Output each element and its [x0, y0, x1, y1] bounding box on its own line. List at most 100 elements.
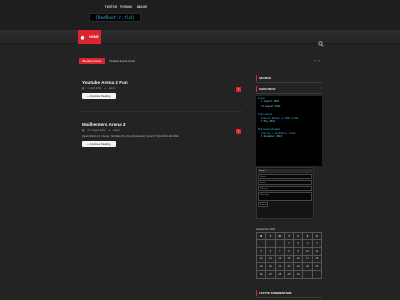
calendar-day[interactable]: 22 [283, 262, 295, 272]
continue-reading-button[interactable]: » Continue Reading [82, 141, 116, 147]
weekday-header: S [311, 232, 323, 240]
post-meta: ▦ 22. August 2022 ● admin [82, 129, 242, 132]
calendar-day[interactable]: 11 [311, 246, 323, 256]
post-card: Mailhenters Arena 3 ▦ 22. August 2022 ● … [82, 122, 242, 147]
calendar-day[interactable]: 25 [311, 262, 323, 272]
shout-form-header: Shout [258, 169, 314, 173]
calendar-day[interactable]: 10 [302, 246, 313, 256]
calendar-table: M T W T F S S 1 2 3 4 5 6 7 8 9 10 11 12 13 14 15 16 17 1… [255, 232, 323, 279]
weekday-header: T [283, 232, 295, 240]
calendar-day [311, 270, 323, 279]
calendar-day[interactable]: 21 [274, 262, 285, 272]
search-icon[interactable] [318, 34, 324, 47]
shout-website-field[interactable]: Website [258, 186, 312, 191]
breaking-news-label: Breaking News [79, 58, 105, 64]
shout-entry: hlen-stone Insalve Bunker & 1000 Grüße 1… [258, 113, 320, 123]
calendar-day[interactable]: 7 [274, 246, 285, 256]
comment-count-badge[interactable]: 1 [236, 87, 241, 92]
shout-email-field[interactable]: Email [258, 180, 312, 185]
post-divider [79, 111, 243, 112]
breaking-news-headline[interactable]: Youtube Arena 2 Fun [109, 58, 135, 64]
calendar-week: 12 13 14 15 16 17 18 [255, 254, 323, 264]
weekday-header: S [302, 232, 313, 240]
shout-submit-button[interactable]: Submit [258, 202, 268, 207]
calendar-day[interactable]: 26 [255, 270, 267, 279]
calendar-day[interactable]: 5 [255, 246, 267, 256]
calendar-day[interactable]: 20 [265, 262, 276, 272]
weekday-header: T [265, 232, 276, 240]
shout-form: Shout Name Email Website Message Submit [256, 167, 314, 219]
user-icon: ● [104, 87, 106, 90]
user-icon: ● [108, 129, 110, 132]
home-icon[interactable] [78, 30, 87, 44]
calendar-day[interactable]: 15 [283, 254, 295, 264]
calendar-caption: September 2022 [256, 228, 276, 231]
calendar-day[interactable]: 29 [283, 270, 295, 279]
shoutbox-messages[interactable]: Sargo 1 August 2022 14 August 2022 hlen-… [256, 96, 322, 166]
shout-entry: Sargo 1 August 2022 [258, 97, 320, 104]
calendar-day[interactable]: 27 [265, 270, 276, 279]
calendar-day[interactable]: 16 [293, 254, 304, 264]
weekday-header: F [293, 232, 304, 240]
shout-time: 1 December 2022 [261, 135, 282, 139]
nav-item-image[interactable]: IMAGE [135, 4, 149, 11]
post-author[interactable]: admin [113, 129, 120, 132]
calendar-week: 5 6 7 8 9 10 11 [255, 246, 323, 256]
shout-message-field[interactable]: Message [258, 192, 312, 201]
weekday-header: M [255, 232, 267, 240]
calendar-day[interactable]: 8 [283, 246, 295, 256]
calendar-day [302, 270, 313, 279]
shout-entry: MrQuisselenlagen [Servo] + Aesthetic rul… [258, 128, 320, 138]
widget-divider [256, 93, 322, 94]
widget-title-search: SEARCH [256, 75, 322, 81]
shout-entry: 14 August 2022 [258, 105, 320, 108]
calendar-week: 26 27 28 29 30 [255, 270, 323, 279]
shout-name-field[interactable]: Name [258, 174, 312, 179]
post-author[interactable]: admin [109, 87, 116, 90]
calendar-icon: ▦ [82, 87, 85, 90]
calendar-day[interactable]: 23 [293, 262, 304, 272]
widget-title-comments: LETZTE KOMMENTARE [256, 290, 322, 296]
arrow-right-icon: » [87, 142, 89, 146]
calendar-day[interactable]: 24 [302, 262, 313, 272]
calendar-day [255, 239, 267, 248]
calendar-day[interactable]: 19 [255, 262, 267, 272]
header-band [0, 0, 400, 30]
calendar-day [274, 239, 285, 248]
calendar-day[interactable]: 17 [302, 254, 313, 264]
comment-count-badge[interactable]: 1 [236, 129, 241, 134]
widget-divider [256, 82, 322, 83]
nav-item-twitch[interactable]: TWITCH [104, 4, 118, 11]
post-excerpt: Quartz Mod 1.0.1 / Series : MixTalks (Th… [82, 135, 179, 138]
calendar-day[interactable]: 18 [311, 254, 323, 264]
widget-title-shoutbox: SHOUTBOX [256, 86, 322, 92]
post-meta: ▦ 1. April 2022 ● admin [82, 87, 242, 90]
calendar-week: 19 20 21 22 23 24 25 [255, 262, 323, 272]
shout-time: 14 August 2022 [261, 104, 281, 108]
post-date: 1. April 2022 [87, 87, 102, 90]
continue-reading-label: Continue Reading [89, 94, 111, 98]
calendar-day[interactable]: 6 [265, 246, 276, 256]
shout-time: 1 August 2022 [261, 100, 279, 104]
calendar-day[interactable]: 2 [293, 239, 304, 248]
calendar-day[interactable]: 9 [293, 246, 304, 256]
calendar-day[interactable]: 12 [255, 254, 267, 264]
calendar-day[interactable]: 28 [274, 270, 285, 279]
calendar-day[interactable]: 1 [283, 239, 295, 248]
calendar-day[interactable]: 3 [302, 239, 313, 248]
calendar-week: 1234 [255, 239, 323, 248]
calendar-day[interactable]: 14 [274, 254, 285, 264]
ticker-next-button[interactable]: › [317, 58, 321, 64]
widget-divider [256, 297, 322, 298]
calendar-day[interactable]: 30 [293, 270, 304, 279]
calendar-day [265, 239, 276, 248]
post-title[interactable]: Youtube Arena 2 Fun [82, 80, 242, 85]
nav-item-forum[interactable]: FORUM [119, 4, 133, 11]
nav-item-home[interactable]: HOME [87, 30, 101, 44]
main-nav [0, 30, 400, 44]
site-logo[interactable]: [RedRoot'r.tld] [89, 13, 141, 22]
continue-reading-button[interactable]: » Continue Reading [82, 93, 116, 99]
calendar-day[interactable]: 13 [265, 254, 276, 264]
post-title[interactable]: Mailhenters Arena 3 [82, 122, 242, 127]
calendar-day[interactable]: 4 [311, 239, 323, 248]
